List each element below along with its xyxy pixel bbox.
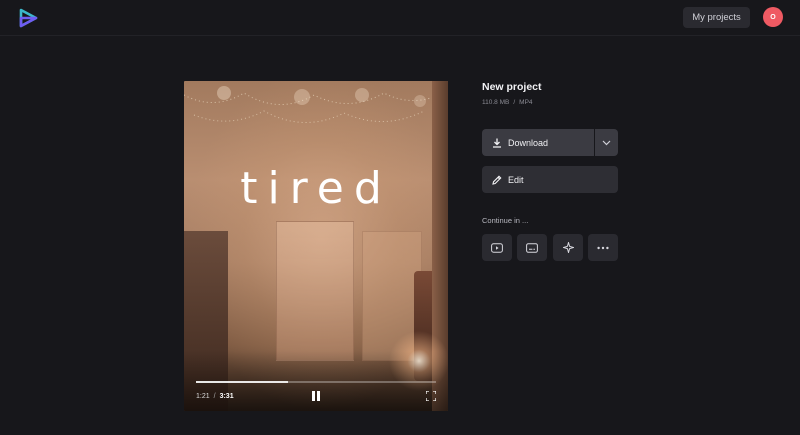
top-bar: My projects O — [0, 0, 800, 36]
video-time-display: 1:21/3:31 — [196, 393, 234, 400]
project-meta: 110.8 MB / MP4 — [482, 99, 618, 106]
video-player[interactable]: tired 1:21/3:31 — [184, 81, 448, 411]
project-title: New project — [482, 81, 542, 93]
app-logo-icon[interactable] — [18, 8, 38, 28]
continue-youtube-button[interactable] — [482, 234, 512, 261]
continue-in-options — [482, 234, 618, 261]
download-options-button[interactable] — [595, 129, 618, 156]
video-caption-text: tired — [240, 163, 392, 214]
video-progress-fill — [196, 381, 288, 383]
continue-captions-button[interactable] — [517, 234, 547, 261]
continue-more-button[interactable] — [588, 234, 618, 261]
file-size: 110.8 MB — [482, 99, 510, 106]
chevron-down-icon — [602, 140, 611, 145]
pencil-icon — [492, 175, 502, 185]
my-projects-button[interactable]: My projects — [683, 7, 750, 28]
caption-icon — [526, 242, 538, 253]
download-split-button: Download — [482, 129, 618, 156]
time-separator: / — [213, 393, 216, 400]
fullscreen-icon[interactable] — [426, 391, 436, 401]
edit-button[interactable]: Edit — [482, 166, 618, 193]
user-avatar[interactable]: O — [763, 7, 783, 27]
download-label: Download — [508, 137, 549, 148]
continue-ai-button[interactable] — [553, 234, 583, 261]
pause-icon[interactable] — [310, 390, 322, 402]
continue-in-label: Continue in ... — [482, 216, 529, 225]
string-lights — [184, 86, 448, 123]
sparkle-icon — [562, 242, 574, 253]
project-panel: New project 110.8 MB / MP4 Download Edit C… — [482, 81, 618, 261]
download-button[interactable]: Download — [482, 129, 594, 156]
total-time: 3:31 — [219, 393, 234, 400]
download-icon — [493, 138, 501, 148]
more-icon — [597, 246, 609, 249]
youtube-play-icon — [491, 242, 503, 253]
video-scene-door — [276, 221, 354, 361]
video-progress-bar[interactable] — [196, 381, 436, 383]
meta-separator: / — [513, 99, 516, 106]
current-time: 1:21 — [196, 393, 210, 400]
file-format: MP4 — [519, 99, 533, 106]
edit-label: Edit — [508, 174, 524, 185]
